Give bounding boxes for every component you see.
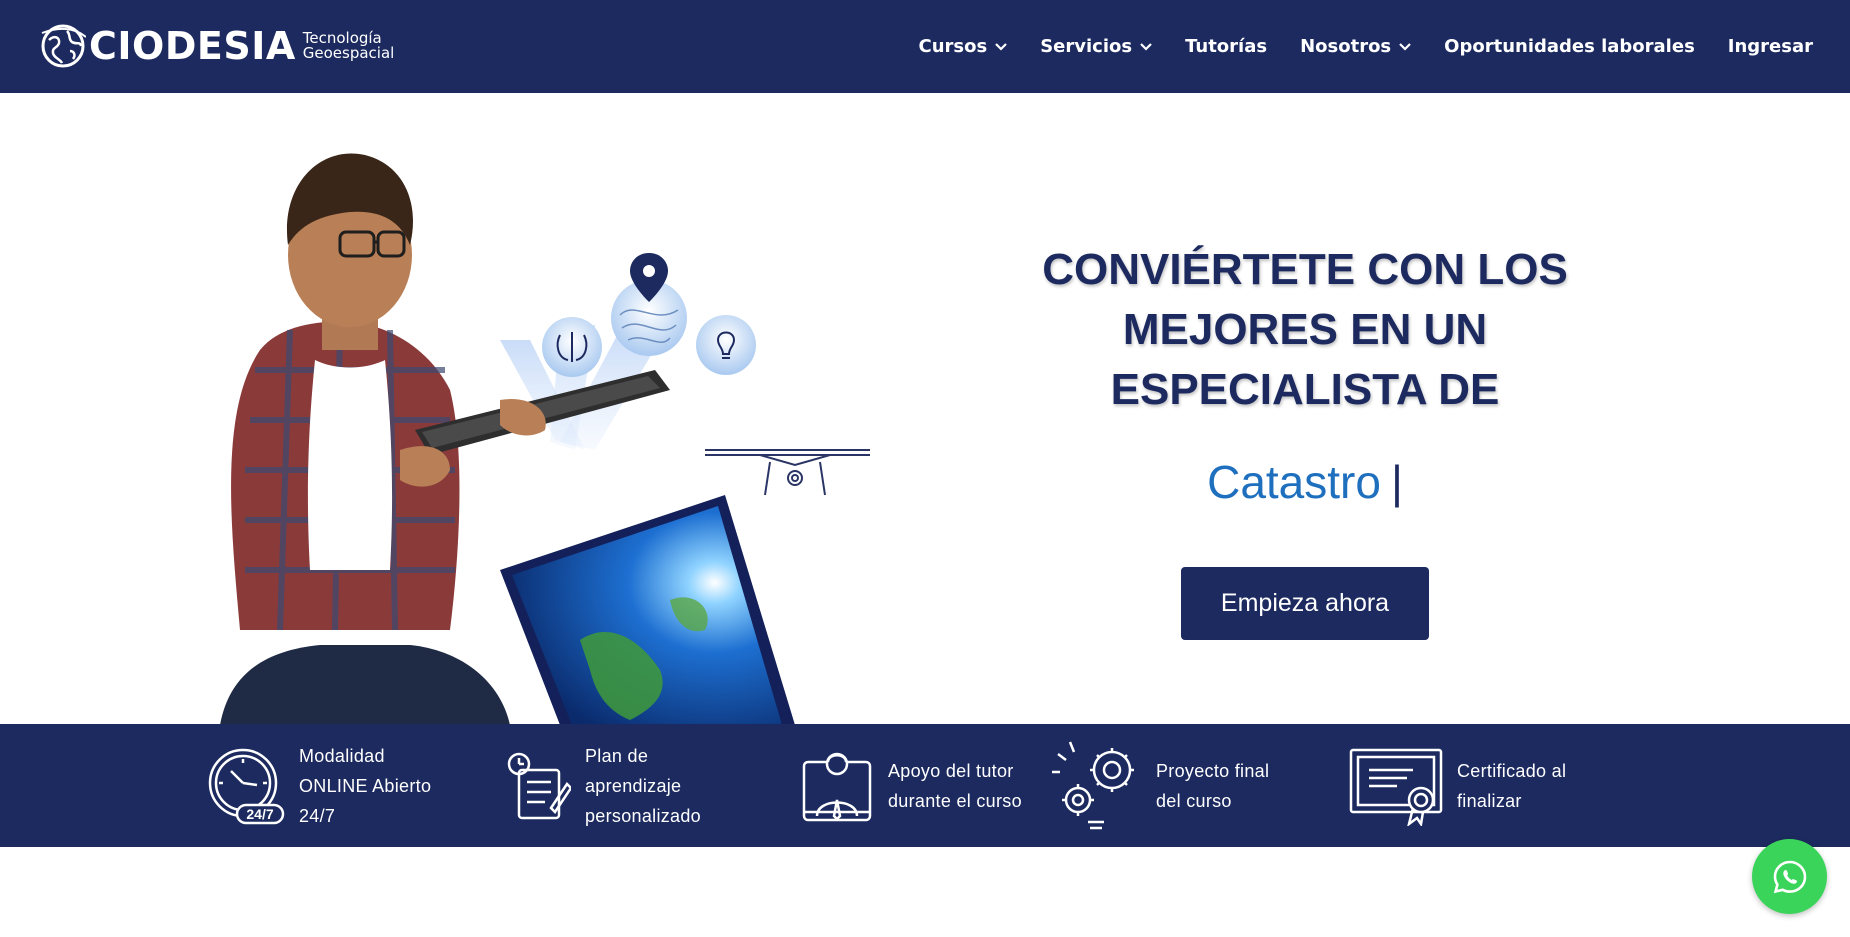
feature-line: aprendizaje xyxy=(585,775,682,796)
feature-final-project: Proyecto final del curso xyxy=(1052,724,1269,847)
nav-item-label: Tutorías xyxy=(1185,36,1268,57)
feature-text: Plan de aprendizaje personalizado xyxy=(585,741,701,831)
main-nav: Cursos Servicios Tutorías Nosotros Oport… xyxy=(919,0,1814,93)
typed-specialty-text: Catastro xyxy=(1207,456,1381,508)
whatsapp-icon xyxy=(1773,860,1806,893)
study-plan-icon xyxy=(507,752,571,819)
start-now-button[interactable]: Empieza ahora xyxy=(1181,567,1429,640)
chevron-down-icon xyxy=(1140,42,1152,51)
typed-specialty: Catastro | xyxy=(980,455,1630,509)
feature-text: Proyecto final del curso xyxy=(1156,756,1269,816)
feature-line: Apoyo del tutor xyxy=(888,760,1014,781)
features-band: 24/7 Modalidad ONLINE Abierto 24/7 Plan … xyxy=(0,724,1850,847)
hero-illustration xyxy=(220,153,870,725)
feature-line: Modalidad xyxy=(299,745,385,766)
feature-line: 24/7 xyxy=(299,805,336,826)
feature-online-24-7: 24/7 Modalidad ONLINE Abierto 24/7 xyxy=(207,724,431,847)
globe-logo-icon xyxy=(41,24,86,68)
hero-headline: CONVIÉRTETE CON LOS MEJORES EN UN ESPECI… xyxy=(980,240,1630,420)
feature-certificate: Certificado al finalizar xyxy=(1349,724,1566,847)
lightbulb-bubble xyxy=(696,315,756,375)
headline-emphasis-mejores: MEJORES xyxy=(1122,305,1339,354)
headline-emphasis-especialista: ESPECIALISTA xyxy=(1110,365,1426,414)
nav-item-cursos[interactable]: Cursos xyxy=(919,36,1008,57)
nav-item-label: Servicios xyxy=(1040,36,1133,57)
nav-item-label: Nosotros xyxy=(1300,36,1392,57)
nav-item-nosotros[interactable]: Nosotros xyxy=(1300,36,1411,57)
feature-line: personalizado xyxy=(585,805,701,826)
chevron-down-icon xyxy=(1399,42,1411,51)
logo[interactable]: CIODESIA Tecnología Geoespacial xyxy=(40,22,394,70)
typing-cursor: | xyxy=(1390,456,1403,508)
nav-item-label: Cursos xyxy=(918,36,988,57)
clock-24-7-icon: 24/7 xyxy=(208,748,285,824)
feature-tutor-support: Apoyo del tutor durante el curso xyxy=(800,724,1022,847)
nav-item-oportunidades[interactable]: Oportunidades laborales xyxy=(1444,36,1695,57)
nav-item-ingresar[interactable]: Ingresar xyxy=(1728,36,1813,57)
feature-text: Certificado al finalizar xyxy=(1457,756,1566,816)
headline-line3-rest: DE xyxy=(1426,365,1500,414)
feature-line: del curso xyxy=(1156,790,1232,811)
feature-study-plan: Plan de aprendizaje personalizado xyxy=(505,724,701,847)
feature-text: Modalidad ONLINE Abierto 24/7 xyxy=(299,741,431,831)
headline-line2-rest: EN UN xyxy=(1338,305,1488,354)
chevron-down-icon xyxy=(995,42,1007,51)
site-header: CIODESIA Tecnología Geoespacial Cursos S… xyxy=(0,0,1850,93)
tutor-icon xyxy=(802,752,872,821)
feature-line: Plan de xyxy=(585,745,649,766)
logo-tagline: Tecnología Geoespacial xyxy=(303,31,395,61)
logo-tagline-line2: Geoespacial xyxy=(302,44,395,62)
brain-bubble xyxy=(542,317,602,377)
nav-item-label: Ingresar xyxy=(1727,36,1813,57)
map-bubble xyxy=(611,253,687,356)
feature-text: Apoyo del tutor durante el curso xyxy=(888,756,1022,816)
svg-text:24/7: 24/7 xyxy=(246,806,273,822)
project-gears-icon xyxy=(1052,741,1134,829)
logo-wordmark: CIODESIA xyxy=(89,24,296,68)
feature-line: durante el curso xyxy=(888,790,1022,811)
feature-line: Proyecto final xyxy=(1156,760,1270,781)
nav-item-tutorias[interactable]: Tutorías xyxy=(1185,36,1267,57)
whatsapp-chat-button[interactable] xyxy=(1752,839,1827,914)
feature-line: ONLINE Abierto xyxy=(299,775,432,796)
nav-item-label: Oportunidades laborales xyxy=(1444,36,1695,57)
certificate-icon xyxy=(1349,748,1443,826)
nav-item-servicios[interactable]: Servicios xyxy=(1040,36,1152,57)
feature-line: Certificado al xyxy=(1457,760,1567,781)
earth-screen xyxy=(500,495,795,725)
headline-line1: CONVIÉRTETE CON LOS xyxy=(1042,245,1568,294)
feature-line: finalizar xyxy=(1457,790,1522,811)
drone xyxy=(705,449,870,496)
